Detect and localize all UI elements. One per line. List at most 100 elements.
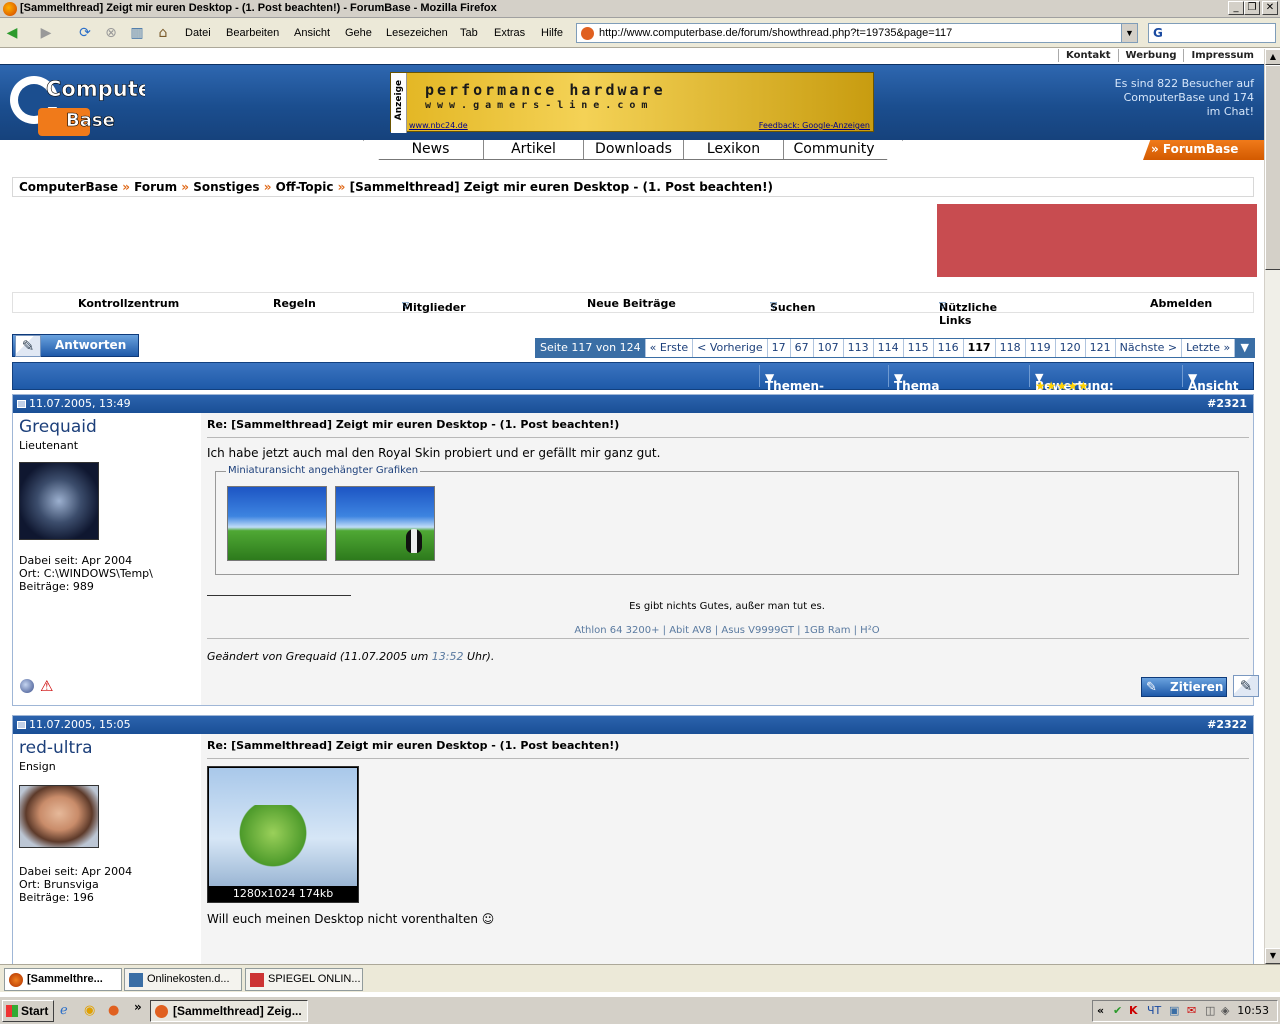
menu-lesezeichen[interactable]: Lesezeichen	[386, 27, 448, 39]
menu-ansicht[interactable]: Ansicht	[294, 27, 330, 39]
search-input[interactable]: G	[1148, 23, 1276, 43]
forward-icon[interactable]: ▶	[38, 25, 54, 41]
visitor-count[interactable]: Es sind 822 Besucher auf ComputerBase un…	[1110, 77, 1254, 119]
breadcrumb-forum[interactable]: Forum	[134, 180, 177, 194]
menu-datei[interactable]: Datei	[185, 27, 211, 39]
tray-k-icon[interactable]: K	[1129, 1001, 1138, 1021]
breadcrumb-computerbase[interactable]: ComputerBase	[19, 180, 118, 194]
page-link[interactable]: 121	[1086, 339, 1116, 357]
browser-tab[interactable]: SPIEGEL ONLIN...	[245, 968, 363, 991]
breadcrumb-sonstiges[interactable]: Sonstiges	[193, 180, 259, 194]
page-link[interactable]: 115	[904, 339, 934, 357]
tray-volume-icon[interactable]: ◈	[1221, 1001, 1229, 1021]
navbar-regeln[interactable]: Regeln	[273, 297, 316, 310]
url-input[interactable]: http://www.computerbase.de/forum/showthr…	[576, 23, 1138, 43]
quicklaunch-icon[interactable]: ◉	[84, 1003, 95, 1018]
user-post-count: Beiträge: 989	[19, 580, 94, 593]
avatar[interactable]	[19, 785, 99, 848]
page-link[interactable]: 118	[996, 339, 1026, 357]
menu-gehe[interactable]: Gehe	[345, 27, 372, 39]
username[interactable]: red-ultra	[19, 738, 93, 758]
tray-expand-icon[interactable]: «	[1097, 1001, 1104, 1021]
menu-tab[interactable]: Tab	[460, 27, 478, 39]
page-link[interactable]: 120	[1056, 339, 1086, 357]
post-number[interactable]: #2321	[1207, 397, 1247, 410]
forumbase-tab[interactable]: » ForumBase	[1143, 140, 1264, 160]
ad-link-feedback[interactable]: Feedback: Google-Anzeigen	[759, 121, 870, 130]
navbar-kontrollzentrum[interactable]: Kontrollzentrum	[78, 297, 179, 310]
scroll-down-icon[interactable]: ▼	[1265, 948, 1280, 964]
breadcrumb-off-topic[interactable]: Off-Topic	[276, 180, 334, 194]
page-link[interactable]: 119	[1026, 339, 1056, 357]
page-link[interactable]: 113	[844, 339, 874, 357]
bookmarks-icon[interactable]: ▥	[129, 25, 145, 41]
nav-news[interactable]: News	[378, 140, 484, 159]
scroll-up-icon[interactable]: ▲	[1265, 49, 1280, 65]
browser-tab[interactable]: Onlinekosten.d...	[124, 968, 242, 991]
tray-check-icon[interactable]: ✔	[1113, 1001, 1122, 1021]
navbar-abmelden[interactable]: Abmelden	[1150, 297, 1212, 310]
thread-view-menu[interactable]: Ansicht ▼	[1188, 371, 1238, 393]
report-icon[interactable]: ⚠	[40, 677, 53, 695]
nav-artikel[interactable]: Artikel	[484, 140, 584, 159]
attachment-thumbnail[interactable]	[227, 486, 327, 561]
attachment-thumbnail[interactable]	[335, 486, 435, 561]
tray-mail-icon[interactable]: ✉	[1187, 1001, 1196, 1021]
ie-quicklaunch-icon[interactable]: ℯ	[60, 1003, 68, 1018]
home-icon[interactable]: ⌂	[155, 25, 171, 41]
vertical-scrollbar[interactable]: ▲ ▼	[1264, 49, 1280, 964]
page-next[interactable]: Nächste >	[1116, 339, 1183, 357]
thread-options-menu[interactable]: Themen-Optionen ▼	[765, 371, 827, 407]
reply-button[interactable]: ✎ Antworten	[12, 334, 139, 357]
page-previous[interactable]: < Vorherige	[693, 339, 768, 357]
scroll-thumb[interactable]	[1265, 65, 1280, 270]
quicklaunch-overflow-icon[interactable]: »	[134, 1000, 142, 1014]
stop-icon[interactable]: ⊗	[103, 25, 119, 41]
maximize-button[interactable]: ❐	[1244, 1, 1260, 15]
browser-tab[interactable]: [Sammelthre...	[4, 968, 122, 991]
page-link[interactable]: 67	[791, 339, 814, 357]
page-link[interactable]: 107	[814, 339, 844, 357]
page-last[interactable]: Letzte »	[1182, 339, 1236, 357]
menu-bearbeiten[interactable]: Bearbeiten	[226, 27, 279, 39]
link-werbung[interactable]: Werbung	[1117, 49, 1184, 62]
site-favicon-icon	[581, 27, 594, 40]
thread-search-menu[interactable]: Thema durchsuchen ▼	[894, 371, 981, 407]
tray-monitor-icon[interactable]: ▣	[1169, 1001, 1179, 1021]
title-bar: [Sammelthread] Zeigt mir euren Desktop -…	[0, 0, 1280, 18]
ad-link-nbc24[interactable]: www.nbc24.de	[409, 121, 468, 130]
nav-lexikon[interactable]: Lexikon	[684, 140, 784, 159]
post-number[interactable]: #2322	[1207, 718, 1247, 731]
page-link[interactable]: 17	[768, 339, 791, 357]
pager-dropdown-icon[interactable]: ▼	[1235, 339, 1255, 357]
thread-rating-menu[interactable]: Bewertung: ★★★★★ ▼	[1035, 371, 1114, 393]
close-button[interactable]: ✕	[1262, 1, 1278, 15]
desktop-screenshot-thumbnail[interactable]: 1280x1024 174kb	[207, 766, 359, 903]
taskbar-firefox-item[interactable]: [Sammelthread] Zeig...	[150, 1000, 308, 1022]
username[interactable]: Grequaid	[19, 417, 97, 437]
tray-network-icon[interactable]: ◫	[1205, 1001, 1215, 1021]
link-kontakt[interactable]: Kontakt	[1058, 49, 1118, 62]
start-button[interactable]: Start	[2, 1000, 54, 1022]
menu-extras[interactable]: Extras	[494, 27, 525, 39]
edit-post-icon[interactable]: ✎	[1233, 675, 1259, 697]
page-viewport: KontaktWerbungImpressum Computer Base An…	[0, 49, 1264, 964]
menu-hilfe[interactable]: Hilfe	[541, 27, 563, 39]
computerbase-logo[interactable]: Computer Base	[10, 68, 145, 138]
url-dropdown-icon[interactable]: ▼	[1121, 24, 1137, 42]
nav-downloads[interactable]: Downloads	[584, 140, 684, 159]
back-icon[interactable]: ◀	[4, 25, 20, 41]
quote-button[interactable]: ✎ Zitieren	[1141, 677, 1227, 697]
link-impressum[interactable]: Impressum	[1183, 49, 1260, 62]
page-first[interactable]: « Erste	[646, 339, 694, 357]
firefox-quicklaunch-icon[interactable]: ●	[108, 1003, 119, 1018]
advertisement-banner[interactable]: Anzeige performance hardware www.gamers-…	[390, 72, 874, 133]
page-link[interactable]: 114	[874, 339, 904, 357]
nav-community[interactable]: Community	[784, 140, 884, 159]
language-indicator[interactable]: ЧТ	[1147, 1001, 1161, 1021]
avatar[interactable]	[19, 462, 99, 540]
page-link[interactable]: 116	[934, 339, 964, 357]
navbar-neue-beitraege[interactable]: Neue Beiträge	[587, 297, 676, 310]
minimize-button[interactable]: _	[1228, 1, 1244, 15]
reload-icon[interactable]: ⟳	[77, 25, 93, 41]
